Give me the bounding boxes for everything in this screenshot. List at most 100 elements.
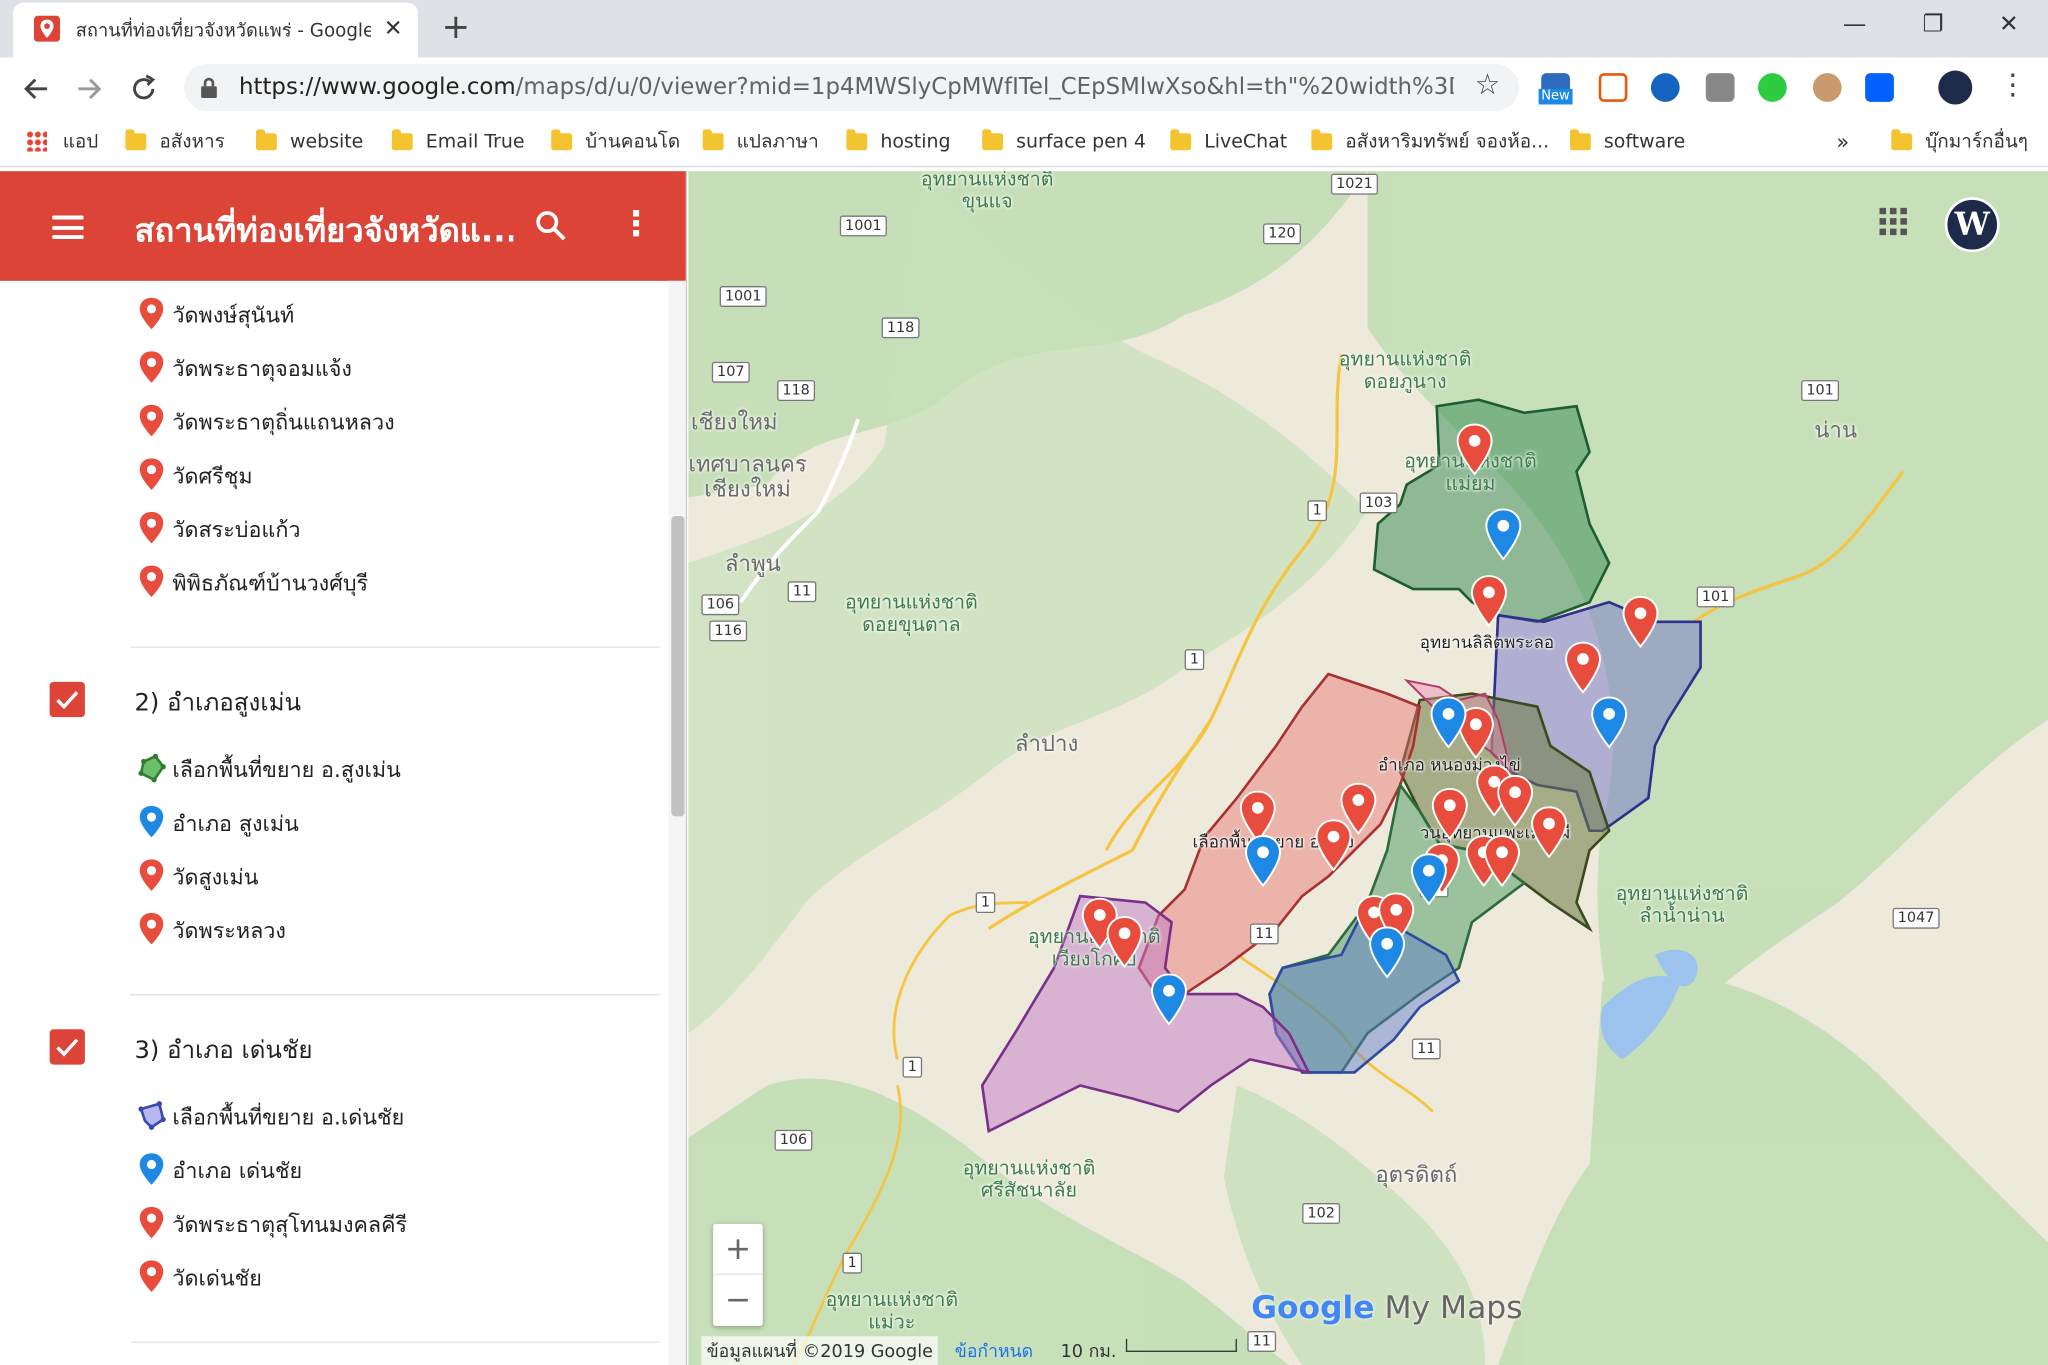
red-pin-icon[interactable]: [1469, 575, 1508, 627]
bookmark-folder[interactable]: surface pen 4: [982, 128, 1146, 157]
bookmark-folder[interactable]: อสังหาร: [125, 128, 225, 157]
folder-icon: [551, 129, 573, 151]
list-item[interactable]: วัดพงษ์สุนันท์: [131, 289, 653, 336]
red-pin-icon[interactable]: [1455, 423, 1494, 476]
bookmarks-overflow-button[interactable]: »: [1836, 128, 1849, 157]
extension-chat-icon[interactable]: [1705, 73, 1735, 102]
list-item[interactable]: วัดศรีชุม: [131, 449, 653, 496]
address-bar[interactable]: https://www.google.com/maps/d/u/0/viewer…: [184, 64, 1520, 112]
zoom-out-button[interactable]: −: [713, 1275, 763, 1326]
bookmark-star-icon[interactable]: ☆: [1475, 69, 1501, 102]
bookmark-folder[interactable]: อสังหาริมทรัพย์ จองห้อ...: [1311, 128, 1549, 157]
blue-pin-icon[interactable]: [1590, 696, 1629, 749]
menu-icon[interactable]: [52, 215, 84, 240]
blue-pin-icon[interactable]: [1409, 853, 1448, 906]
red-pin-icon[interactable]: [1105, 915, 1144, 968]
road-shield: 1001: [839, 215, 887, 237]
list-item[interactable]: เลือกพื้นที่ขยาย อ.สูงเม่น: [131, 743, 653, 790]
red-pin-icon[interactable]: [1621, 596, 1660, 648]
close-window-button[interactable]: ✕: [1983, 8, 2035, 42]
browser-tab[interactable]: สถานที่ท่องเที่ยวจังหวัดแพร่ - Google ✕: [13, 2, 418, 58]
layer-checkbox[interactable]: [49, 1029, 85, 1065]
list-item[interactable]: วัดพระธาตุจอมแจ้ง: [131, 342, 653, 389]
list-item[interactable]: วัดสูงเม่น: [131, 850, 653, 897]
account-avatar[interactable]: W: [1944, 197, 2000, 253]
bookmark-folder[interactable]: software: [1569, 128, 1685, 157]
reload-button[interactable]: [123, 68, 165, 110]
list-item[interactable]: เลือกพื้นที่ขยาย อ.เด่นชัย: [131, 1091, 653, 1138]
more-options-icon[interactable]: ⋮: [619, 208, 653, 245]
bookmark-apps[interactable]: แอป: [26, 128, 98, 157]
red-pin-icon[interactable]: [1430, 787, 1469, 840]
road-shield: 116: [709, 620, 748, 642]
new-tab-button[interactable]: +: [439, 10, 473, 44]
list-item[interactable]: อำเภอ เด่นชัย: [131, 1144, 653, 1191]
bookmark-folder[interactable]: hosting: [846, 128, 951, 157]
folder-icon: [1311, 129, 1333, 151]
park-label: อุทยานแห่งชาติ ศรีสัชนาลัย: [962, 1156, 1096, 1202]
map-canvas[interactable]: อุทยานแห่งชาติ ขุนแจ อุทยานแห่งชาติ ดอยภ…: [688, 171, 2048, 1365]
browser-menu-icon[interactable]: ⋮: [1998, 68, 2027, 107]
scale-bar: [1125, 1338, 1237, 1352]
back-button[interactable]: [16, 68, 58, 110]
minimize-button[interactable]: —: [1829, 8, 1881, 42]
extension-share-icon[interactable]: [1758, 73, 1787, 102]
search-icon[interactable]: [533, 208, 570, 245]
terms-link[interactable]: ข้อกำหนด: [955, 1336, 1033, 1365]
list-item[interactable]: วัดพระหลวง: [131, 904, 653, 951]
road-shield: 107: [711, 361, 750, 383]
list-item[interactable]: อำเภอ สูงเม่น: [131, 797, 653, 844]
sidebar-scrollbar[interactable]: [668, 280, 686, 1365]
bookmark-folder[interactable]: LiveChat: [1170, 128, 1287, 157]
red-pin-icon[interactable]: [1482, 835, 1521, 887]
blue-pin-icon[interactable]: [1149, 973, 1188, 1026]
map-copyright: ข้อมูลแผนที่ ©2019 Google: [701, 1336, 939, 1365]
restore-button[interactable]: ❐: [1907, 8, 1959, 42]
blue-pin-icon[interactable]: [1243, 835, 1282, 887]
divider: [130, 994, 660, 996]
road-shield: 1: [842, 1252, 863, 1274]
apps-grid-icon: [26, 130, 48, 152]
list-item[interactable]: วัดพระธาตุสุโทนมงคลคีรี: [131, 1198, 653, 1245]
folder-icon: [1569, 129, 1591, 151]
road-shield: 102: [1302, 1203, 1341, 1224]
red-pin-icon[interactable]: [1314, 819, 1353, 872]
bookmark-folder[interactable]: แปลภาษา: [702, 128, 819, 157]
park-label: อุทยานแห่งชาติ ขุนแจ: [920, 171, 1054, 213]
extension-palette-icon[interactable]: [1812, 73, 1842, 102]
extension-new-icon[interactable]: New: [1538, 73, 1573, 105]
red-pin-icon[interactable]: [1529, 806, 1568, 859]
extension-layout-icon[interactable]: [1598, 73, 1628, 102]
polygon-icon: [138, 753, 166, 783]
scrollbar-thumb[interactable]: [671, 515, 685, 817]
list-item[interactable]: พิพิธภัณฑ์บ้านวงศ์บุรี: [131, 556, 653, 603]
extension-circle-icon[interactable]: [1650, 73, 1680, 102]
red-pin-icon[interactable]: [1563, 641, 1602, 694]
bookmark-folder[interactable]: Email True: [391, 128, 525, 157]
layer-checkbox[interactable]: [49, 681, 85, 718]
road-shield: 106: [701, 594, 740, 616]
apps-grid-icon[interactable]: [1879, 207, 1909, 237]
folder-icon: [1891, 129, 1913, 151]
zoom-control: + −: [713, 1223, 763, 1326]
bookmark-folder[interactable]: website: [255, 128, 363, 157]
dropbox-icon[interactable]: [1865, 73, 1894, 102]
list-item[interactable]: วัดสระบ่อแก้ว: [131, 503, 653, 550]
blue-pin-icon[interactable]: [1429, 696, 1468, 749]
blue-pin-icon[interactable]: [1368, 926, 1407, 979]
layer-title: 2) อำเภอสูงเม่น: [134, 689, 302, 718]
bookmark-folder[interactable]: บ้านคอนโด: [551, 128, 680, 157]
list-item[interactable]: วัดเด่นชัย: [131, 1251, 653, 1298]
park-label: อุทยานแห่งชาติ ดอยขุนตาล: [845, 590, 978, 637]
tab-close-icon[interactable]: ✕: [379, 14, 408, 43]
profile-avatar[interactable]: [1938, 70, 1973, 105]
forward-button[interactable]: [68, 68, 110, 110]
other-bookmarks[interactable]: บุ๊กมาร์กอื่นๆ: [1891, 128, 2028, 157]
folder-icon: [846, 129, 868, 151]
road-shield: 118: [881, 317, 920, 339]
url-text: https://www.google.com/maps/d/u/0/viewer…: [239, 74, 1454, 101]
zoom-in-button[interactable]: +: [713, 1224, 763, 1275]
blue-pin-icon[interactable]: [1484, 508, 1523, 561]
city-label: อุตรดิตถ์: [1375, 1162, 1458, 1189]
list-item[interactable]: วัดพระธาตุถิ่นแถนหลวง: [131, 396, 653, 443]
